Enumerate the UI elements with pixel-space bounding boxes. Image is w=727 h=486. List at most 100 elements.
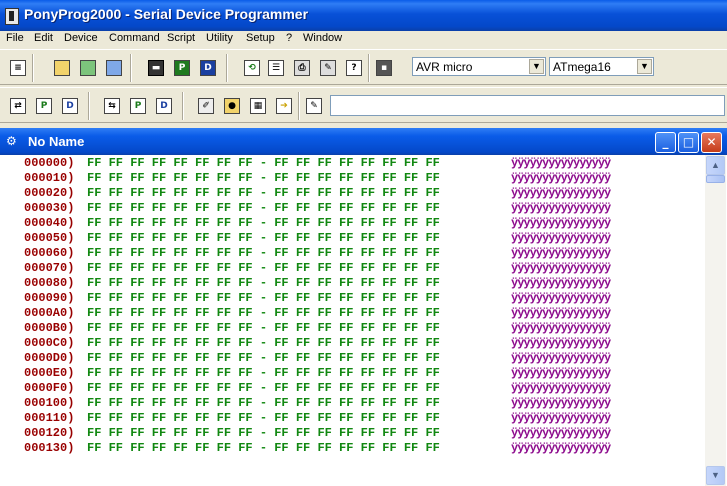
menu-window[interactable]: Window (303, 32, 342, 44)
window-title: PonyProg2000 - Serial Device Programmer (24, 6, 309, 22)
open-program-folder-icon (80, 60, 96, 76)
scroll-up-button[interactable]: ▲ (706, 156, 725, 175)
chevron-down-icon[interactable]: ▼ (637, 59, 652, 74)
save-button[interactable]: ▬ (146, 58, 166, 78)
edit-buffer-button[interactable]: ☰ (266, 58, 286, 78)
row-hex-bytes[interactable]: FF FF FF FF FF FF FF FF - FF FF FF FF FF… (87, 306, 440, 320)
row-ascii[interactable]: ÿÿÿÿÿÿÿÿÿÿÿÿÿÿÿÿ (511, 426, 611, 440)
row-ascii[interactable]: ÿÿÿÿÿÿÿÿÿÿÿÿÿÿÿÿ (511, 156, 611, 170)
minimize-button[interactable]: _ (655, 132, 676, 153)
row-ascii[interactable]: ÿÿÿÿÿÿÿÿÿÿÿÿÿÿÿÿ (511, 231, 611, 245)
open-button[interactable] (52, 58, 72, 78)
erase-button[interactable]: ✐ (196, 96, 216, 116)
read-data-button[interactable]: D (60, 96, 80, 116)
reload-button[interactable]: ⟲ (242, 58, 262, 78)
security-bits-button[interactable]: ● (222, 96, 242, 116)
script-button[interactable]: ✎ (304, 96, 324, 116)
row-hex-bytes[interactable]: FF FF FF FF FF FF FF FF - FF FF FF FF FF… (87, 396, 440, 410)
row-ascii[interactable]: ÿÿÿÿÿÿÿÿÿÿÿÿÿÿÿÿ (511, 171, 611, 185)
row-hex-bytes[interactable]: FF FF FF FF FF FF FF FF - FF FF FF FF FF… (87, 366, 440, 380)
row-ascii[interactable]: ÿÿÿÿÿÿÿÿÿÿÿÿÿÿÿÿ (511, 201, 611, 215)
menu-help[interactable]: ? (286, 32, 292, 44)
read-all-button[interactable]: ⇄ (8, 96, 28, 116)
row-hex-bytes[interactable]: FF FF FF FF FF FF FF FF - FF FF FF FF FF… (87, 186, 440, 200)
save-data-icon: D (200, 60, 216, 76)
row-hex-bytes[interactable]: FF FF FF FF FF FF FF FF - FF FF FF FF FF… (87, 351, 440, 365)
write-all-button[interactable]: ⇆ (102, 96, 122, 116)
row-ascii[interactable]: ÿÿÿÿÿÿÿÿÿÿÿÿÿÿÿÿ (511, 381, 611, 395)
row-ascii[interactable]: ÿÿÿÿÿÿÿÿÿÿÿÿÿÿÿÿ (511, 411, 611, 425)
row-ascii[interactable]: ÿÿÿÿÿÿÿÿÿÿÿÿÿÿÿÿ (511, 246, 611, 260)
row-hex-bytes[interactable]: FF FF FF FF FF FF FF FF - FF FF FF FF FF… (87, 246, 440, 260)
row-ascii[interactable]: ÿÿÿÿÿÿÿÿÿÿÿÿÿÿÿÿ (511, 216, 611, 230)
row-hex-bytes[interactable]: FF FF FF FF FF FF FF FF - FF FF FF FF FF… (87, 441, 440, 455)
row-ascii[interactable]: ÿÿÿÿÿÿÿÿÿÿÿÿÿÿÿÿ (511, 366, 611, 380)
row-ascii[interactable]: ÿÿÿÿÿÿÿÿÿÿÿÿÿÿÿÿ (511, 261, 611, 275)
write-program-button[interactable]: P (128, 96, 148, 116)
row-ascii[interactable]: ÿÿÿÿÿÿÿÿÿÿÿÿÿÿÿÿ (511, 351, 611, 365)
hex-editor[interactable]: 000000) FF FF FF FF FF FF FF FF - FF FF F… (2, 155, 705, 486)
row-hex-bytes[interactable]: FF FF FF FF FF FF FF FF - FF FF FF FF FF… (87, 231, 440, 245)
program-button[interactable]: ➔ (274, 96, 294, 116)
row-hex-bytes[interactable]: FF FF FF FF FF FF FF FF - FF FF FF FF FF… (87, 321, 440, 335)
write-data-button[interactable]: D (154, 96, 174, 116)
row-ascii[interactable]: ÿÿÿÿÿÿÿÿÿÿÿÿÿÿÿÿ (511, 276, 611, 290)
read-program-button[interactable]: P (34, 96, 54, 116)
script-input[interactable] (330, 95, 725, 116)
device-family-select[interactable]: AVR micro ▼ (412, 57, 546, 76)
write-program-icon: P (130, 98, 146, 114)
row-hex-bytes[interactable]: FF FF FF FF FF FF FF FF - FF FF FF FF FF… (87, 156, 440, 170)
document-window: ⚙ No Name _ □ ✕ 000000) FF FF FF FF FF FF… (0, 128, 727, 486)
menu-device[interactable]: Device (64, 32, 98, 44)
row-ascii[interactable]: ÿÿÿÿÿÿÿÿÿÿÿÿÿÿÿÿ (511, 336, 611, 350)
document-icon[interactable]: ⚙ (6, 134, 22, 148)
device-model-select[interactable]: ATmega16 ▼ (549, 57, 654, 76)
open-data-button[interactable] (104, 58, 124, 78)
scroll-down-button[interactable]: ▼ (706, 466, 725, 485)
row-hex-bytes[interactable]: FF FF FF FF FF FF FF FF - FF FF FF FF FF… (87, 276, 440, 290)
menu-file[interactable]: File (6, 32, 24, 44)
row-hex-bytes[interactable]: FF FF FF FF FF FF FF FF - FF FF FF FF FF… (87, 171, 440, 185)
chevron-down-icon[interactable]: ▼ (529, 59, 544, 74)
menu-edit[interactable]: Edit (34, 32, 53, 44)
close-button[interactable]: ✕ (701, 132, 722, 153)
menu-script[interactable]: Script (167, 32, 195, 44)
reload-icon: ⟲ (244, 60, 260, 76)
row-address: 0000B0) (24, 321, 75, 335)
row-hex-bytes[interactable]: FF FF FF FF FF FF FF FF - FF FF FF FF FF… (87, 201, 440, 215)
app-icon[interactable] (5, 8, 19, 25)
row-hex-bytes[interactable]: FF FF FF FF FF FF FF FF - FF FF FF FF FF… (87, 411, 440, 425)
row-hex-bytes[interactable]: FF FF FF FF FF FF FF FF - FF FF FF FF FF… (87, 426, 440, 440)
row-ascii[interactable]: ÿÿÿÿÿÿÿÿÿÿÿÿÿÿÿÿ (511, 321, 611, 335)
device-chip-button[interactable]: ▪ (374, 58, 394, 78)
print-button[interactable]: ⎙ (292, 58, 312, 78)
row-ascii[interactable]: ÿÿÿÿÿÿÿÿÿÿÿÿÿÿÿÿ (511, 306, 611, 320)
app-titlebar[interactable]: PonyProg2000 - Serial Device Programmer (0, 0, 727, 31)
open-folder-icon (54, 60, 70, 76)
row-ascii[interactable]: ÿÿÿÿÿÿÿÿÿÿÿÿÿÿÿÿ (511, 291, 611, 305)
setup-button[interactable]: ✎ (318, 58, 338, 78)
vertical-scrollbar[interactable]: ▲ ▼ (705, 155, 726, 486)
save-data-button[interactable]: D (198, 58, 218, 78)
row-hex-bytes[interactable]: FF FF FF FF FF FF FF FF - FF FF FF FF FF… (87, 216, 440, 230)
menu-utility[interactable]: Utility (206, 32, 233, 44)
floppy-disk-icon: ▬ (148, 60, 164, 76)
row-ascii[interactable]: ÿÿÿÿÿÿÿÿÿÿÿÿÿÿÿÿ (511, 396, 611, 410)
menu-setup[interactable]: Setup (246, 32, 275, 44)
row-hex-bytes[interactable]: FF FF FF FF FF FF FF FF - FF FF FF FF FF… (87, 291, 440, 305)
save-program-button[interactable]: P (172, 58, 192, 78)
row-address: 0000C0) (24, 336, 75, 350)
menu-command[interactable]: Command (109, 32, 160, 44)
open-program-button[interactable] (78, 58, 98, 78)
maximize-button[interactable]: □ (678, 132, 699, 153)
row-ascii[interactable]: ÿÿÿÿÿÿÿÿÿÿÿÿÿÿÿÿ (511, 441, 611, 455)
scroll-thumb[interactable] (706, 175, 725, 183)
row-hex-bytes[interactable]: FF FF FF FF FF FF FF FF - FF FF FF FF FF… (87, 381, 440, 395)
row-ascii[interactable]: ÿÿÿÿÿÿÿÿÿÿÿÿÿÿÿÿ (511, 186, 611, 200)
row-hex-bytes[interactable]: FF FF FF FF FF FF FF FF - FF FF FF FF FF… (87, 261, 440, 275)
row-hex-bytes[interactable]: FF FF FF FF FF FF FF FF - FF FF FF FF FF… (87, 336, 440, 350)
help-button[interactable]: ? (344, 58, 364, 78)
config-bits-button[interactable]: ▦ (248, 96, 268, 116)
document-titlebar[interactable]: ⚙ No Name _ □ ✕ (0, 128, 727, 155)
new-button[interactable]: ≡ (8, 58, 28, 78)
